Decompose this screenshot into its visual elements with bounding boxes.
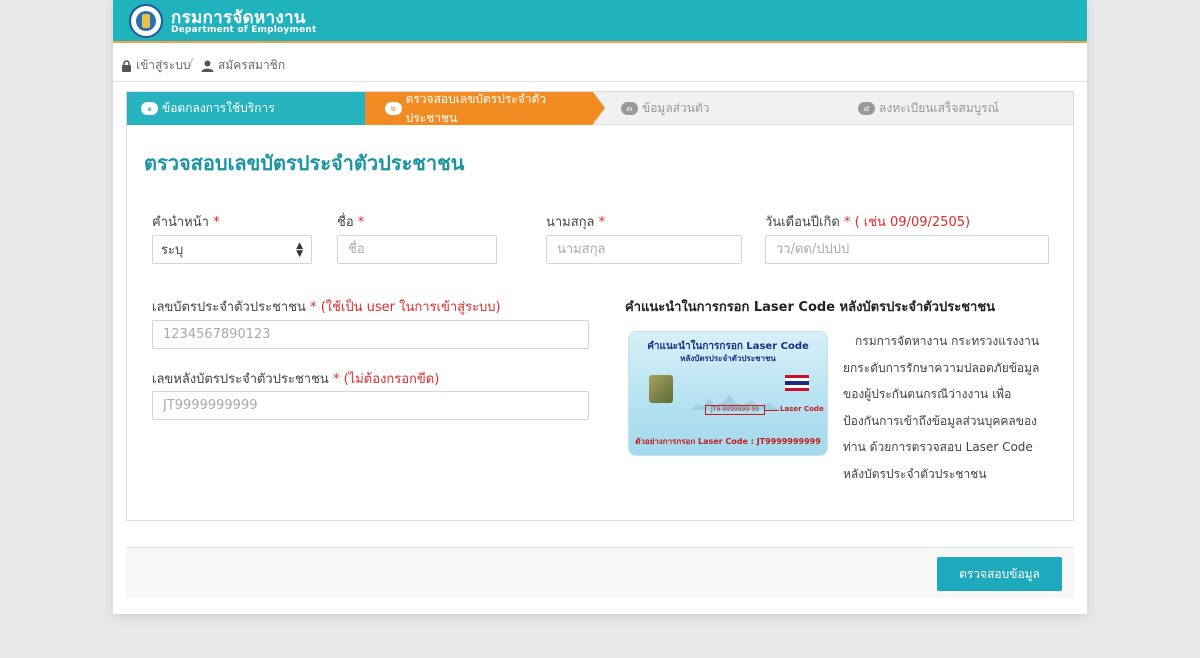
birthdate-input[interactable] xyxy=(765,235,1049,264)
step-complete[interactable]: ๔ ลงทะเบียนเสร็จสมบูรณ์ xyxy=(858,92,999,125)
step-number: ๑ xyxy=(141,102,158,115)
registration-panel: ๑ ข้อตกลงการใช้บริการ ๒ ตรวจสอบเลขบัตรปร… xyxy=(126,91,1074,521)
prefix-label: คำนำหน้า * xyxy=(152,215,220,230)
action-bar: ตรวจสอบข้อมูล xyxy=(126,547,1074,598)
top-header: กรมการจัดหางาน Department of Employment xyxy=(113,0,1087,43)
step-terms[interactable]: ๑ ข้อตกลงการใช้บริการ xyxy=(127,92,365,125)
register-link[interactable]: สมัครสมาชิก xyxy=(201,56,285,75)
card-subtitle: หลังบัตรประจำตัวประชาชน xyxy=(680,354,776,363)
lastname-input[interactable] xyxy=(546,235,742,264)
step-arrow xyxy=(593,92,605,124)
verify-button[interactable]: ตรวจสอบข้อมูล xyxy=(937,557,1062,591)
register-label: สมัครสมาชิก xyxy=(218,58,286,72)
step-number: ๔ xyxy=(858,102,875,115)
login-link[interactable]: เข้าสู่ระบบ xyxy=(121,56,191,75)
page-container: กรมการจัดหางาน Department of Employment … xyxy=(113,0,1087,614)
select-caret-icon: ▲ ▼ xyxy=(296,240,303,259)
step-number: ๒ xyxy=(385,102,402,115)
step-personal-info[interactable]: ๓ ข้อมูลส่วนตัว xyxy=(621,92,709,125)
laser-pointer-line xyxy=(765,410,779,411)
laser-info-title: คำแนะนำในการกรอก Laser Code หลังบัตรประจ… xyxy=(625,300,996,315)
birthdate-label: วันเดือนปีเกิด * ( เช่น 09/09/2505) xyxy=(765,215,971,230)
prefix-selected-value: ระบุ xyxy=(161,243,184,258)
step-verify-id[interactable]: ๒ ตรวจสอบเลขบัตรประจำตัวประชาชน xyxy=(365,92,593,125)
step-label: ตรวจสอบเลขบัตรประจำตัวประชาชน xyxy=(405,91,547,125)
user-icon xyxy=(201,60,214,72)
laser-code-sample: JT9-9999999-99 xyxy=(705,405,765,415)
breadcrumb-separator: / xyxy=(189,56,194,70)
laser-code-label: เลขหลังบัตรประจำตัวประชาชน * (ไม่ต้องกรอ… xyxy=(152,372,440,387)
thai-flag-icon xyxy=(785,375,809,391)
prefix-select[interactable]: ระบุ ▲ ▼ xyxy=(152,235,312,264)
login-label: เข้าสู่ระบบ xyxy=(136,58,191,72)
firstname-input[interactable] xyxy=(337,235,497,264)
breadcrumb: เข้าสู่ระบบ / สมัครสมาชิก xyxy=(113,45,1087,82)
step-label: ลงทะเบียนเสร็จสมบูรณ์ xyxy=(879,101,999,115)
laser-code-caption: Laser Code xyxy=(780,405,824,413)
wizard-steps: ๑ ข้อตกลงการใช้บริการ ๒ ตรวจสอบเลขบัตรปร… xyxy=(127,92,1073,125)
brand-title-en: Department of Employment xyxy=(171,25,317,35)
idcard-input[interactable] xyxy=(152,320,589,349)
step-label: ข้อตกลงการใช้บริการ xyxy=(162,101,275,115)
firstname-label: ชื่อ * xyxy=(337,215,365,230)
form-title: ตรวจสอบเลขบัตรประจำตัวประชาชน xyxy=(144,151,465,175)
chip-icon xyxy=(649,375,673,403)
lastname-label: นามสกุล * xyxy=(546,215,606,230)
department-logo xyxy=(129,4,163,38)
card-example: ตัวอย่างการกรอก Laser Code : JT999999999… xyxy=(635,437,821,446)
laser-code-input[interactable] xyxy=(152,391,589,420)
step-number: ๓ xyxy=(621,102,638,115)
laser-info-description: กรมการจัดหางาน กระทรวงแรงงาน ยกระดับการร… xyxy=(843,334,1040,481)
lock-icon xyxy=(122,59,131,72)
idcard-label: เลขบัตรประจำตัวประชาชน * (ใช้เป็น user ใ… xyxy=(152,300,501,315)
step-label: ข้อมูลส่วนตัว xyxy=(642,101,710,115)
id-card-illustration: คำแนะนำในการกรอก Laser Code หลังบัตรประจ… xyxy=(628,331,828,456)
